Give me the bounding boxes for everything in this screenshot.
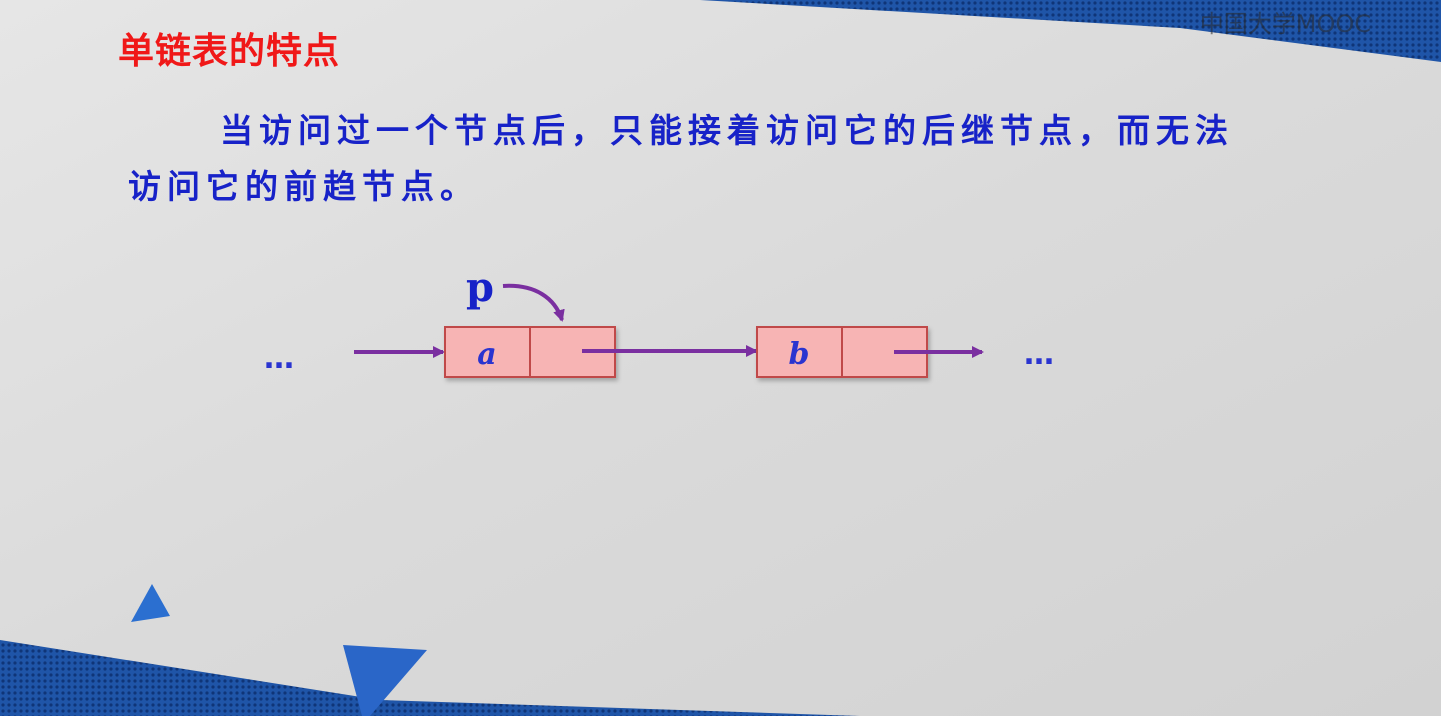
node-a-label: a <box>477 337 496 372</box>
left-ellipsis: … <box>264 341 294 376</box>
node-b-label: b <box>789 337 810 372</box>
right-ellipsis: … <box>1024 337 1054 372</box>
pointer-p-label: p <box>466 264 494 311</box>
pointer-p-arrow <box>502 283 565 322</box>
linked-list-diagram: … a b … p <box>264 264 1054 378</box>
